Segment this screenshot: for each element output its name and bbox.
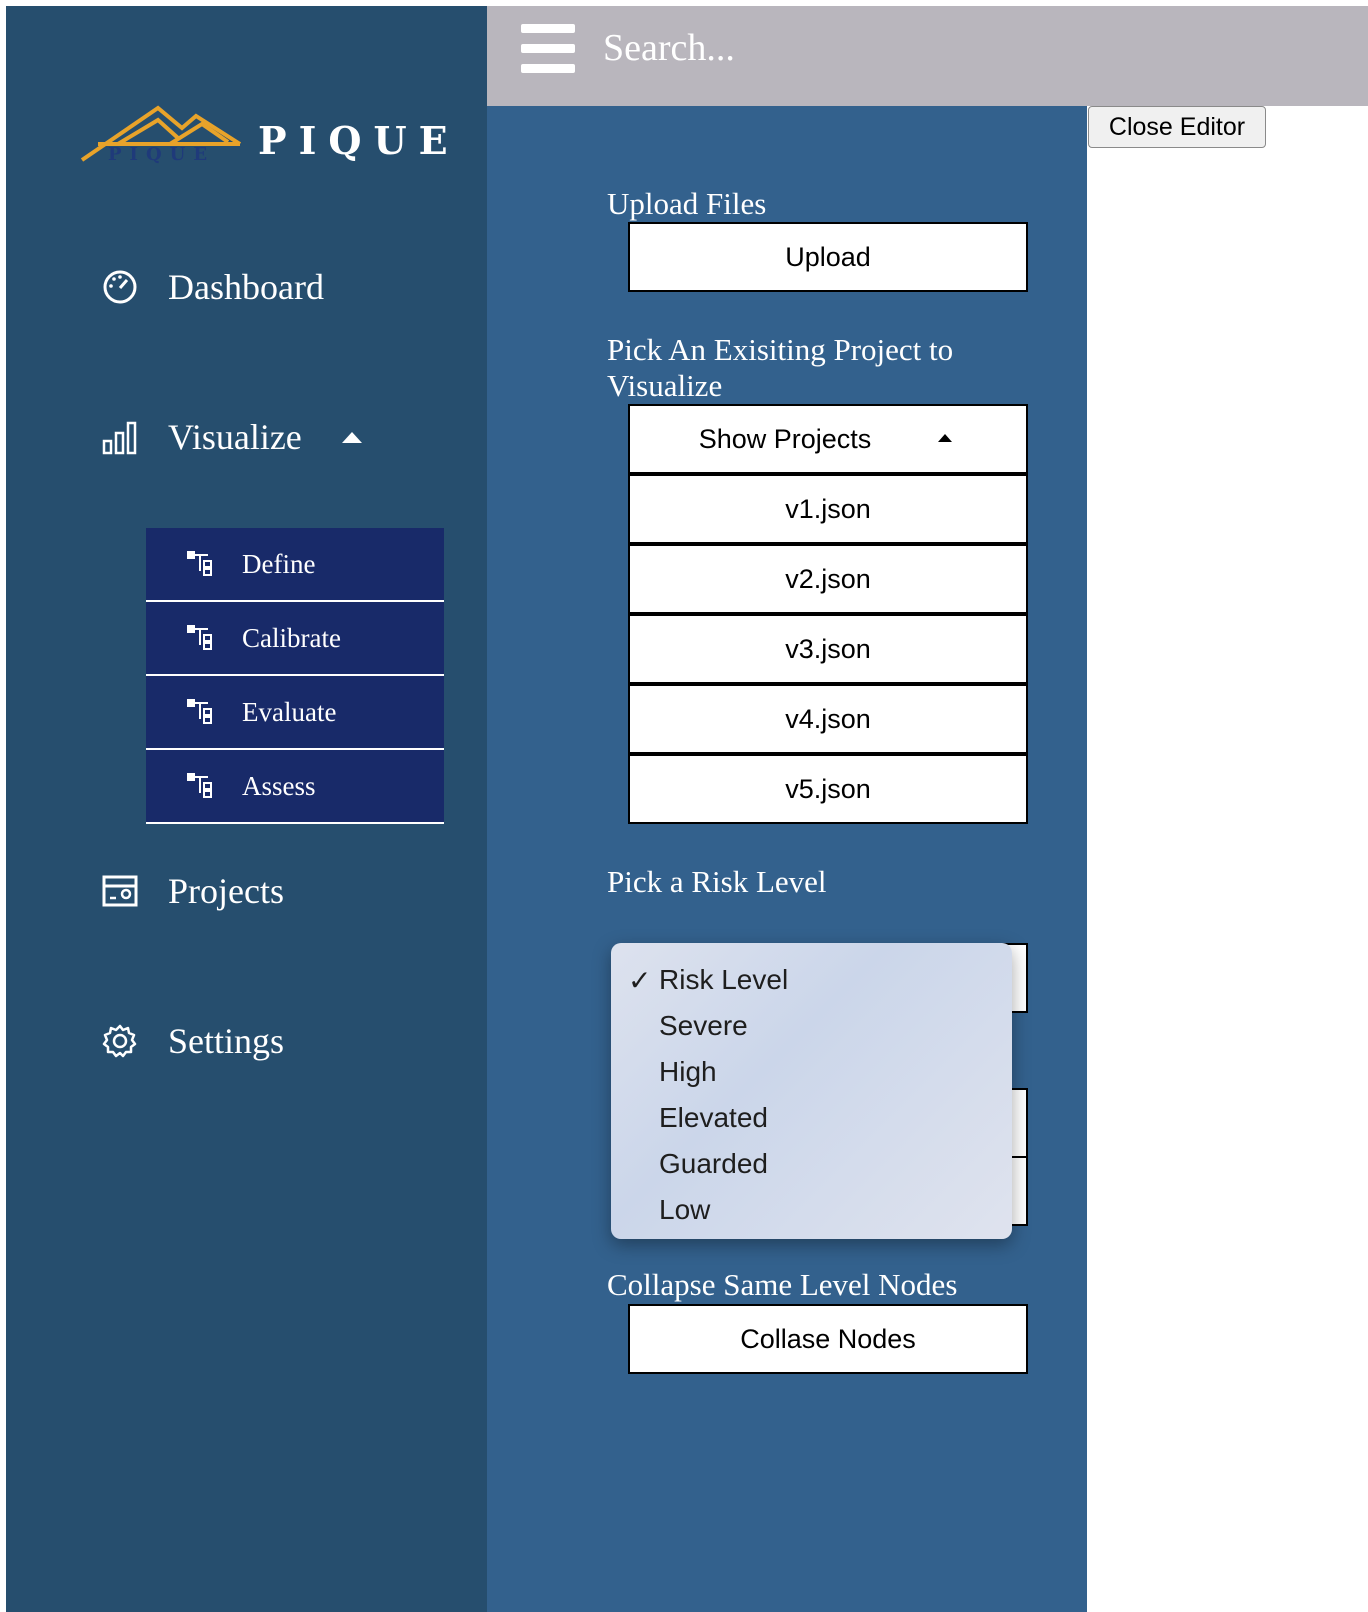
submenu-item-evaluate[interactable]: Evaluate: [146, 676, 444, 750]
upload-button[interactable]: Upload: [628, 222, 1028, 292]
sidebar-item-label: Settings: [168, 1021, 285, 1061]
risk-option[interactable]: Guarded: [611, 1141, 1012, 1187]
risk-heading: Pick a Risk Level: [607, 864, 827, 899]
risk-option[interactable]: Low: [611, 1187, 1012, 1233]
sidebar-item-label: Projects: [168, 871, 284, 911]
project-option[interactable]: v5.json: [628, 754, 1028, 824]
sidebar-item-label: Visualize: [168, 417, 302, 457]
visualize-submenu: Define Calibrate Evaluate Assess: [146, 528, 444, 824]
close-editor-button[interactable]: Close Editor: [1088, 106, 1266, 148]
submenu-item-define[interactable]: Define: [146, 528, 444, 602]
project-option[interactable]: v2.json: [628, 544, 1028, 614]
risk-option-selected[interactable]: ✓ Risk Level: [611, 957, 1012, 1003]
submenu-item-assess[interactable]: Assess: [146, 750, 444, 824]
show-projects-label: Show Projects: [698, 423, 872, 454]
collapse-nodes-button[interactable]: Collase Nodes: [628, 1304, 1028, 1374]
upload-heading: Upload Files: [607, 186, 767, 221]
sidebar-item-dashboard[interactable]: Dashboard: [100, 266, 324, 308]
logo-wordmark: PIQUE: [108, 144, 215, 165]
project-option[interactable]: v1.json: [628, 474, 1028, 544]
tree-icon: [186, 697, 216, 727]
collapse-heading: Collapse Same Level Nodes: [607, 1267, 958, 1302]
brand-name: PIQUE: [258, 118, 460, 163]
projects-box-icon: [100, 871, 140, 911]
sidebar-item-label: Dashboard: [168, 267, 324, 307]
risk-option-label: Elevated: [659, 1102, 768, 1133]
submenu-item-label: Calibrate: [242, 622, 341, 653]
show-projects-dropdown[interactable]: Show Projects: [628, 404, 1028, 474]
risk-option[interactable]: Severe: [611, 1003, 1012, 1049]
risk-level-options-popup: ✓ Risk Level Severe High Elevated Guarde…: [611, 943, 1012, 1239]
tree-icon: [186, 771, 216, 801]
top-bar: Search...: [487, 6, 1368, 106]
pique-logo-icon: PIQUE: [80, 105, 242, 165]
sidebar-item-projects[interactable]: Projects: [100, 870, 284, 912]
risk-option-label: Severe: [659, 1010, 748, 1041]
risk-option[interactable]: High: [611, 1049, 1012, 1095]
project-option[interactable]: v3.json: [628, 614, 1028, 684]
submenu-item-label: Assess: [242, 770, 316, 801]
caret-up-icon: [341, 431, 362, 443]
checkmark-icon: ✓: [628, 965, 652, 996]
tree-icon: [186, 623, 216, 653]
caret-up-icon: [938, 434, 952, 442]
risk-option-label: Low: [659, 1194, 711, 1225]
dashboard-gauge-icon: [100, 267, 140, 307]
sidebar-item-visualize[interactable]: Visualize: [100, 416, 362, 458]
risk-option-label: Guarded: [659, 1148, 768, 1179]
project-heading: Pick An Exisiting Project to Visualize: [607, 332, 954, 403]
sidebar-item-settings[interactable]: Settings: [100, 1020, 284, 1062]
project-option[interactable]: v4.json: [628, 684, 1028, 754]
risk-option-label: Risk Level: [659, 964, 789, 995]
risk-option-label: High: [659, 1056, 717, 1087]
tree-icon: [186, 549, 216, 579]
hamburger-menu-icon[interactable]: [521, 24, 575, 74]
bar-chart-icon: [100, 417, 140, 457]
submenu-item-label: Evaluate: [242, 696, 337, 727]
search-input[interactable]: Search...: [603, 26, 735, 70]
gear-icon: [100, 1021, 140, 1061]
submenu-item-label: Define: [242, 548, 316, 579]
submenu-item-calibrate[interactable]: Calibrate: [146, 602, 444, 676]
risk-option[interactable]: Elevated: [611, 1095, 1012, 1141]
